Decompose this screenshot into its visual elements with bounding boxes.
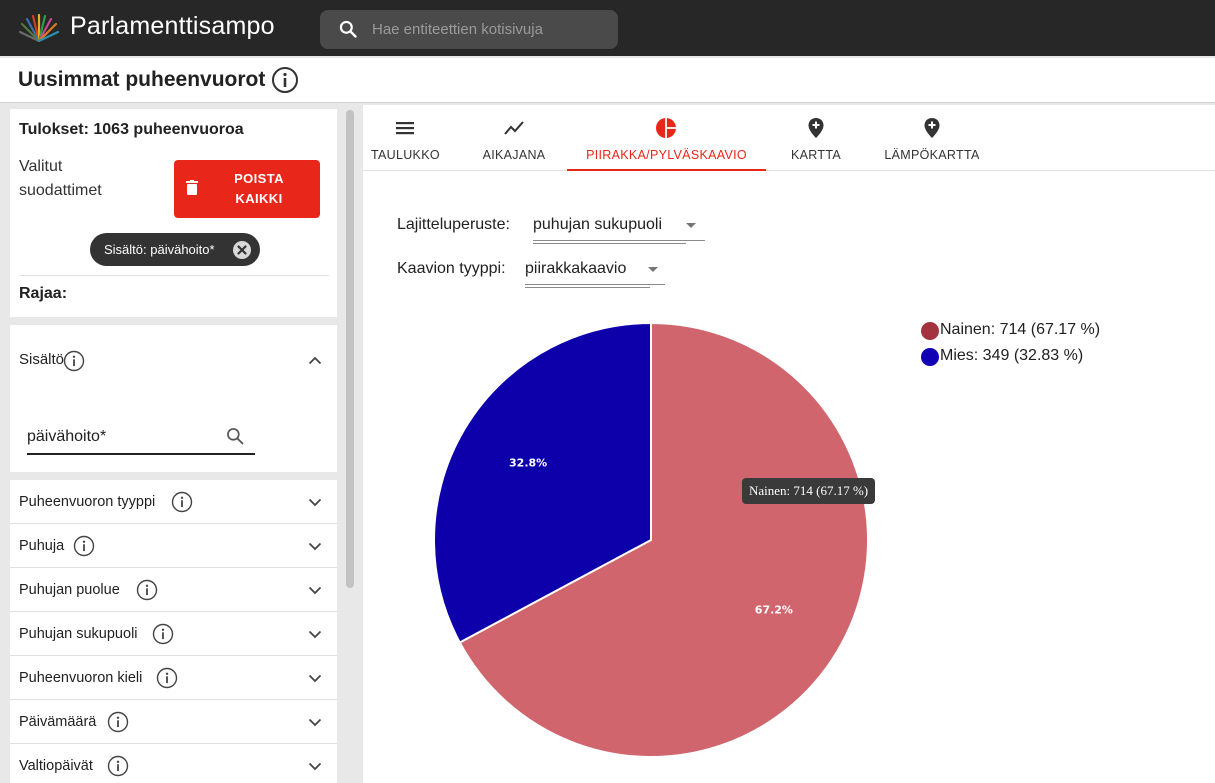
chevron-down-icon[interactable] [308, 498, 322, 507]
chevron-down-icon[interactable] [308, 586, 322, 595]
content-search-field[interactable] [27, 419, 255, 455]
facet-label: Puhuja [19, 538, 65, 554]
sidebar-scrollbar[interactable] [346, 110, 354, 588]
info-icon[interactable] [171, 491, 193, 513]
chevron-down-icon[interactable] [308, 762, 322, 771]
results-count: Tulokset: 1063 puheenvuoroa [19, 121, 244, 138]
legend-swatch [921, 348, 939, 366]
tab-heatmap[interactable]: LÄMPÖKARTTA [877, 105, 987, 171]
facet-label: Puhujan sukupuoli [19, 626, 138, 642]
info-icon[interactable] [73, 535, 95, 557]
facet-label: Puheenvuoron kieli [19, 670, 143, 686]
tab-label: TAULUKKO [371, 148, 440, 162]
chart-type-label: Kaavion tyyppi: [397, 260, 506, 277]
facet-speech-type[interactable]: Puheenvuoron tyyppi [10, 480, 337, 524]
chip-label: Sisältö: päivähoito* [104, 242, 215, 257]
facet-speaker-party[interactable]: Puhujan puolue [10, 568, 337, 612]
facet-speaker[interactable]: Puhuja [10, 524, 337, 568]
page-title: Uusimmat puheenvuorot [18, 68, 266, 91]
select-underline [525, 284, 665, 285]
parlamenttisampo-logo[interactable] [16, 14, 62, 42]
legend-label: Mies: 349 (32.83 %) [940, 347, 1084, 364]
results-card: Tulokset: 1063 puheenvuoroa Valitut suod… [10, 109, 337, 317]
pie-data-label: 67.2% [755, 604, 793, 617]
info-icon[interactable] [107, 755, 129, 777]
tab-table[interactable]: TAULUKKO [371, 105, 440, 171]
facet-list: Puheenvuoron tyyppi Puhuja Puhujan puolu… [10, 480, 337, 783]
content-search-input[interactable] [27, 425, 217, 449]
info-icon[interactable] [63, 350, 85, 372]
chevron-down-icon[interactable] [308, 674, 322, 683]
selected-filters-label: Valitut suodattimet [19, 158, 102, 199]
content-facet-label[interactable]: Sisältö [19, 351, 64, 368]
timeline-icon [504, 121, 524, 135]
facet-speaker-gender[interactable]: Puhujan sukupuoli [10, 612, 337, 656]
active-filter-chip: Sisältö: päivähoito* [90, 233, 260, 266]
map-pin-icon [808, 118, 824, 138]
content-facet: Sisältö [10, 325, 337, 472]
tab-label: KARTTA [791, 148, 841, 162]
tab-label: AIKAJANA [482, 148, 546, 162]
chart-tooltip: Nainen: 714 (67.17 %) [742, 478, 876, 504]
divider [19, 275, 329, 276]
global-search[interactable] [320, 10, 618, 49]
info-icon[interactable] [156, 667, 178, 689]
view-tabs: TAULUKKO AIKAJANA PIIRAKKA/PYLVÄSKAAVIO … [363, 105, 1215, 171]
facet-parliamentary-session[interactable]: Valtiopäivät [10, 744, 337, 783]
facet-label: Päivämäärä [19, 714, 97, 730]
chart-type-select-row: Kaavion tyyppi: [397, 260, 506, 278]
refine-label: Rajaa: [19, 285, 68, 302]
chevron-down-icon[interactable] [308, 542, 322, 551]
info-icon[interactable] [107, 711, 129, 733]
pie-data-label: 32.8% [509, 456, 547, 469]
grouping-select-row: Lajitteluperuste: [397, 216, 510, 234]
page-title-bar: Uusimmat puheenvuorot [0, 58, 1215, 103]
facet-speech-language[interactable]: Puheenvuoron kieli [10, 656, 337, 700]
remove-filter-icon[interactable] [232, 240, 252, 260]
legend-swatch [921, 322, 939, 340]
select-underline [533, 240, 705, 241]
chevron-down-icon[interactable] [308, 718, 322, 727]
results-view: TAULUKKO AIKAJANA PIIRAKKA/PYLVÄSKAAVIO … [363, 105, 1215, 783]
chevron-down-icon[interactable] [308, 630, 322, 639]
search-icon[interactable] [225, 426, 245, 446]
tab-label: PIIRAKKA/PYLVÄSKAAVIO [586, 148, 747, 162]
grouping-label: Lajitteluperuste: [397, 216, 510, 233]
search-icon[interactable] [338, 19, 358, 39]
list-icon [396, 122, 414, 135]
map-pin-icon [924, 118, 940, 138]
app-title[interactable]: Parlamenttisampo [70, 12, 275, 41]
dropdown-caret-icon[interactable] [648, 267, 658, 273]
tab-label: LÄMPÖKARTTA [884, 148, 980, 162]
facet-label: Valtiopäivät [19, 758, 93, 774]
chevron-up-icon[interactable] [308, 356, 322, 365]
facet-date[interactable]: Päivämäärä [10, 700, 337, 744]
info-icon[interactable] [136, 579, 158, 601]
tab-map[interactable]: KARTTA [783, 105, 849, 171]
facet-label: Puhujan puolue [19, 582, 120, 598]
legend-label: Nainen: 714 (67.17 %) [940, 321, 1101, 338]
clear-all-filters-button[interactable]: POISTA KAIKKI [174, 160, 320, 218]
tab-timeline[interactable]: AIKAJANA [473, 105, 555, 171]
info-icon[interactable] [152, 623, 174, 645]
trash-icon [186, 180, 198, 195]
dropdown-caret-icon[interactable] [686, 223, 696, 229]
pie-chart-icon [656, 118, 676, 138]
global-search-input[interactable] [372, 18, 607, 40]
facet-label: Puheenvuoron tyyppi [19, 494, 156, 510]
tab-pie-bar-chart[interactable]: PIIRAKKA/PYLVÄSKAAVIO [567, 105, 766, 171]
app-bar: Parlamenttisampo [0, 0, 1215, 56]
clear-all-label: POISTA KAIKKI [234, 171, 284, 206]
pie-chart: 67.2% 32.8% [433, 321, 869, 758]
active-tab-indicator [567, 169, 766, 171]
info-icon[interactable] [271, 66, 299, 94]
